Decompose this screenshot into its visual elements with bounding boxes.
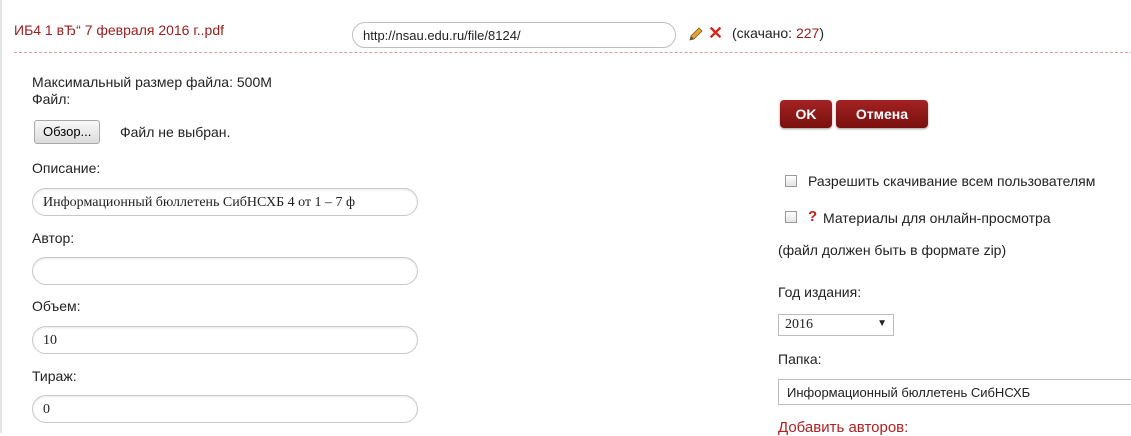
file-url-field[interactable]: http://nsau.edu.ru/file/8124/ — [352, 22, 676, 48]
close-icon[interactable]: ✕ — [708, 24, 723, 42]
browse-button[interactable]: Обзор... — [34, 120, 101, 144]
download-prefix: (скачано: — [732, 25, 796, 41]
copies-label: Тираж: — [32, 368, 77, 384]
online-view-checkbox[interactable] — [785, 211, 797, 223]
folder-field[interactable]: Информационный бюллетень СибНСХБ — [778, 379, 1131, 405]
author-input[interactable] — [32, 257, 418, 285]
question-icon[interactable]: ? — [808, 208, 817, 225]
year-label: Год издания: — [778, 284, 862, 300]
volume-label: Объем: — [32, 298, 81, 314]
description-input[interactable]: Информационный бюллетень СибНСХБ 4 от 1 … — [32, 188, 418, 216]
chevron-down-icon: ▼ — [877, 318, 887, 329]
ok-button[interactable]: OK — [780, 100, 832, 128]
allow-download-checkbox[interactable] — [785, 175, 797, 187]
year-select-value: 2016 — [785, 317, 813, 332]
file-status-text: Файл не выбран. — [120, 124, 231, 140]
allow-download-label: Разрешить скачивание всем пользователям — [808, 173, 1096, 189]
add-authors-link[interactable]: Добавить авторов: — [778, 419, 908, 436]
file-edit-panel: ИБ4 1 вЂ“ 7 февраля 2016 г..pdf http://n… — [0, 0, 1131, 436]
download-suffix: ) — [819, 25, 824, 41]
max-size-text: Максимальный размер файла: 500M — [32, 74, 272, 90]
file-title[interactable]: ИБ4 1 вЂ“ 7 февраля 2016 г..pdf — [14, 22, 224, 38]
folder-label: Папка: — [778, 351, 822, 367]
download-count: (скачано: 227) — [732, 25, 824, 41]
description-label: Описание: — [32, 160, 101, 176]
online-view-label: Материалы для онлайн-просмотра — [823, 210, 1051, 226]
file-header-row: ИБ4 1 вЂ“ 7 февраля 2016 г..pdf http://n… — [14, 0, 1131, 53]
year-select[interactable]: 2016 ▼ — [778, 314, 894, 336]
copies-input[interactable]: 0 — [32, 395, 418, 423]
file-label: Файл: — [32, 91, 71, 107]
download-number: 227 — [795, 25, 820, 41]
author-label: Автор: — [32, 230, 75, 246]
volume-input[interactable]: 10 — [32, 326, 418, 354]
zip-note: (файл должен быть в формате zip) — [778, 242, 1007, 258]
cancel-button[interactable]: Отмена — [836, 100, 928, 128]
pencil-icon[interactable] — [688, 26, 704, 42]
